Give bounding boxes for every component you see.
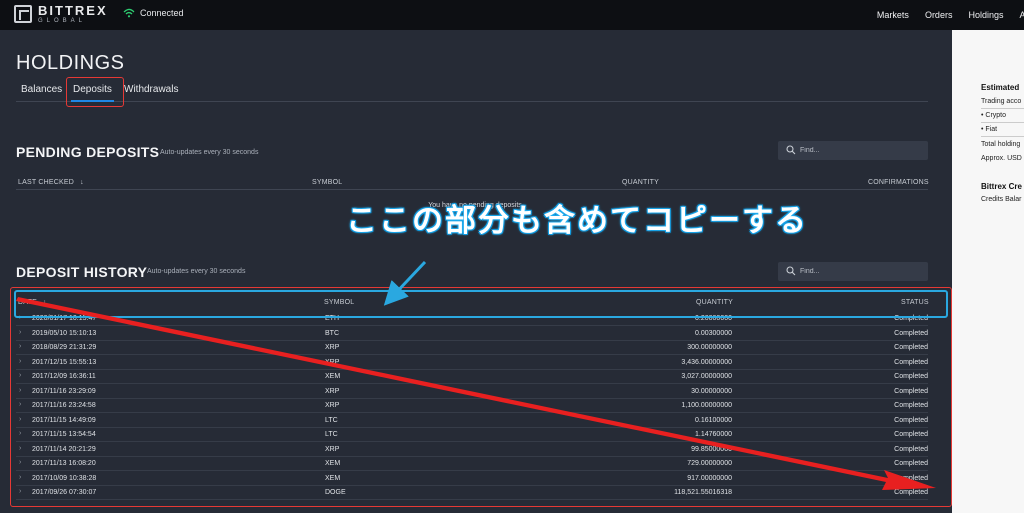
total-holdings-label: Total holding [981,141,1021,148]
pending-header-divider [16,189,928,190]
nav-orders[interactable]: Orders [925,10,953,20]
pending-col-symbol[interactable]: SYMBOL [312,179,342,186]
pending-col-confirmations[interactable]: CONFIRMATIONS [868,179,929,186]
top-bar: BITTREX GLOBAL Connected Markets Orders … [0,0,1024,30]
main-content: HOLDINGS Balances Deposits Withdrawals P… [0,30,952,513]
deposit-history-subtitle: Auto-updates every 30 seconds [147,268,246,275]
history-search-input[interactable] [800,265,920,278]
search-icon [786,266,796,276]
pending-col-quantity[interactable]: QUANTITY [622,179,659,186]
top-nav: Markets Orders Holdings Ac [877,0,1024,30]
pending-search-field[interactable] [778,141,928,160]
fiat-label: • Fiat [981,126,998,133]
deposits-tab-highlight-box [66,77,124,107]
connection-status: Connected [123,8,184,18]
holdings-tabs: Balances Deposits Withdrawals [16,84,928,102]
estimated-heading: Estimated [981,83,1020,92]
connection-status-label: Connected [140,8,184,18]
nav-holdings[interactable]: Holdings [968,10,1003,20]
logo-main-text: BITTREX [38,3,108,18]
bittrex-logo[interactable]: BITTREX GLOBAL [14,4,108,24]
pending-col-last-checked[interactable]: LAST CHECKED ↓ [18,179,84,186]
credits-balance-label: Credits Balar [981,196,1022,203]
logo-sub-text: GLOBAL [38,18,87,24]
page-title: HOLDINGS [16,52,125,74]
nav-account[interactable]: Ac [1019,10,1024,20]
wifi-icon [123,8,135,18]
search-icon [786,145,796,155]
credits-heading: Bittrex Cre [981,182,1022,191]
pending-deposits-title: PENDING DEPOSITS [16,144,160,160]
deposit-history-title: DEPOSIT HISTORY [16,264,148,280]
estimated-value-panel: Estimated Trading acco • Crypto • Fiat T… [952,30,1024,513]
pending-deposits-subtitle: Auto-updates every 30 seconds [160,149,259,156]
approx-usd-label: Approx. USD [981,155,1022,162]
table-highlight-box [10,287,952,507]
bittrex-logo-icon [14,5,32,23]
history-search-field[interactable] [778,262,928,281]
crypto-label: • Crypto [981,112,1007,119]
tab-balances[interactable]: Balances [21,84,62,95]
nav-markets[interactable]: Markets [877,10,909,20]
annotation-text: ここの部分も含めてコピーする [346,203,808,238]
trading-account-label: Trading acco [981,98,1022,105]
sort-down-icon: ↓ [80,179,84,186]
pending-search-input[interactable] [800,144,920,157]
tab-withdrawals[interactable]: Withdrawals [124,84,178,95]
